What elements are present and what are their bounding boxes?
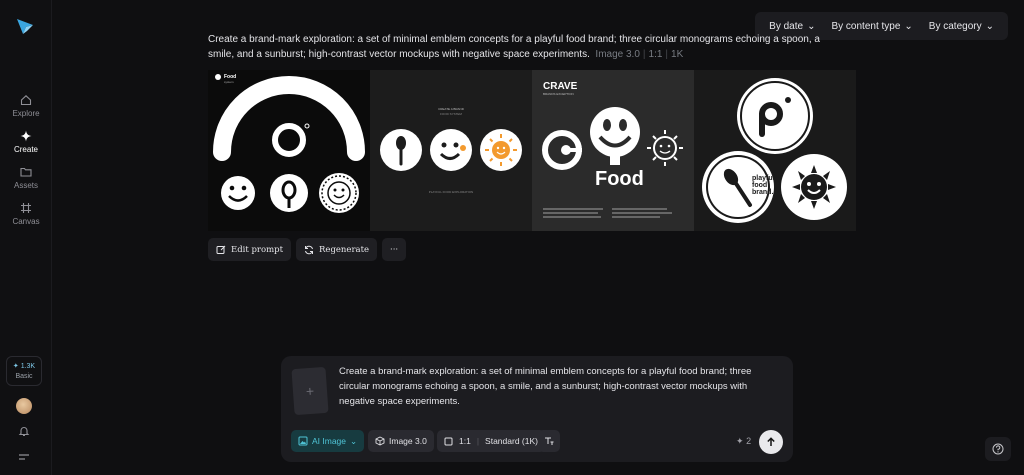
img4-line-3: brand. (752, 189, 773, 196)
mode-selector[interactable]: AI Image ⌄ (291, 430, 365, 452)
avatar[interactable] (16, 398, 32, 414)
model-selector[interactable]: Image 3.0 (368, 430, 434, 452)
more-options-button[interactable]: ··· (382, 238, 407, 261)
img2-header-1: CREATE A BRAND (438, 107, 465, 111)
divider: | (476, 436, 480, 446)
sparkle-icon (20, 130, 32, 142)
generate-button[interactable] (759, 430, 783, 454)
filter-by-date[interactable]: By date ⌄ (761, 21, 823, 32)
mode-label: AI Image (312, 436, 347, 446)
folder-icon (20, 167, 32, 177)
resolution-label: 1K (671, 49, 684, 60)
img2-footer: PLAYFUL FOOD EXPLORATION (429, 190, 473, 194)
img1-brand-sub: system (224, 80, 234, 84)
filter-label: By content type (831, 20, 901, 32)
cost-value: 2 (746, 436, 752, 446)
sidebar-item-explore[interactable]: Explore (0, 94, 52, 118)
credit-icon: ✦ (736, 436, 744, 446)
chevron-down-icon: ⌄ (807, 20, 816, 32)
frame-icon (21, 203, 31, 213)
model-label: Image 3.0 (595, 49, 640, 60)
result-prompt: Create a brand-mark exploration: a set o… (208, 32, 838, 62)
more-icon: ··· (390, 244, 399, 255)
cube-icon (375, 436, 385, 446)
result-image-grid: Food system CREATE A BRAND FOOD SYSTEM P… (208, 70, 856, 231)
ratio-label: 1:1 (648, 49, 663, 60)
img4-line-2: food (752, 182, 767, 189)
chevron-down-icon: ⌄ (985, 20, 994, 32)
sidebar-item-canvas[interactable]: Canvas (0, 202, 52, 226)
chevron-down-icon: ⌄ (350, 435, 358, 446)
arrow-up-icon (767, 437, 775, 446)
quality-label: Standard (1K) (485, 436, 538, 446)
edit-prompt-button[interactable]: Edit prompt (208, 238, 292, 261)
text-format-icon (545, 437, 554, 445)
regenerate-label: Regenerate (319, 244, 370, 255)
ratio-label: 1:1 (459, 436, 471, 446)
sidebar-item-label: Explore (12, 109, 40, 118)
img3-sub: BRANDS EXCEPTION (543, 92, 574, 96)
image-icon (298, 436, 308, 446)
plus-icon: + (305, 382, 315, 400)
sidebar: Explore Create Assets Canvas ✦ 1.3K Basi… (0, 0, 52, 475)
edit-prompt-label: Edit prompt (231, 244, 284, 255)
result-image-4[interactable]: playful food brand. (694, 70, 856, 231)
img3-brand: CRAVE (543, 81, 578, 92)
img2-header-2: FOOD SYSTEM (440, 112, 462, 116)
text-style-button[interactable] (538, 430, 560, 452)
refresh-icon (305, 245, 314, 254)
result-image-2[interactable]: CREATE A BRAND FOOD SYSTEM PLAYFUL FOOD … (370, 70, 532, 231)
filter-by-content-type[interactable]: By content type ⌄ (823, 21, 920, 32)
result-actions: Edit prompt Regenerate ··· (208, 238, 407, 261)
prompt-input[interactable]: Create a brand-mark exploration: a set o… (339, 364, 779, 409)
prompt-composer: + Create a brand-mark exploration: a set… (281, 356, 793, 462)
regenerate-button[interactable]: Regenerate (296, 238, 378, 261)
img3-word: Food (595, 168, 644, 190)
sidebar-item-label: Assets (13, 181, 38, 190)
filter-label: By category (928, 20, 982, 32)
edit-icon (216, 245, 226, 254)
result-meta: Image 3.0 | 1:1 | 1K (595, 49, 684, 60)
prompt-text: Create a brand-mark exploration: a set o… (208, 34, 820, 60)
filter-label: By date (769, 20, 804, 32)
img4-line-1: playful (752, 175, 775, 182)
sidebar-item-label: Canvas (12, 217, 40, 226)
size-selector[interactable]: 1:1 | Standard (1K) (437, 430, 545, 452)
credits-count: 1.3K (20, 363, 36, 370)
sidebar-item-create[interactable]: Create (0, 130, 52, 154)
help-icon (992, 443, 1004, 455)
help-button[interactable] (985, 437, 1011, 461)
model-label: Image 3.0 (389, 436, 427, 446)
sidebar-item-assets[interactable]: Assets (0, 166, 52, 190)
result-image-3[interactable]: CRAVE BRANDS EXCEPTION Food (532, 70, 694, 231)
menu-icon[interactable] (18, 452, 30, 462)
credit-icon: ✦ (12, 363, 19, 370)
home-icon (20, 95, 32, 106)
reference-image-upload[interactable]: + (291, 366, 329, 416)
result-image-1[interactable]: Food system (208, 70, 370, 231)
sidebar-item-label: Create (13, 145, 38, 154)
plan-label: Basic (15, 373, 33, 380)
filter-by-category[interactable]: By category ⌄ (921, 21, 1002, 32)
chevron-down-icon: ⌄ (904, 20, 913, 32)
bell-icon[interactable] (18, 425, 30, 437)
credits-badge[interactable]: ✦ 1.3K Basic (6, 356, 42, 386)
credit-cost: ✦ 2 (736, 436, 751, 447)
app-logo-icon[interactable] (15, 16, 35, 36)
aspect-ratio-icon (444, 437, 453, 445)
